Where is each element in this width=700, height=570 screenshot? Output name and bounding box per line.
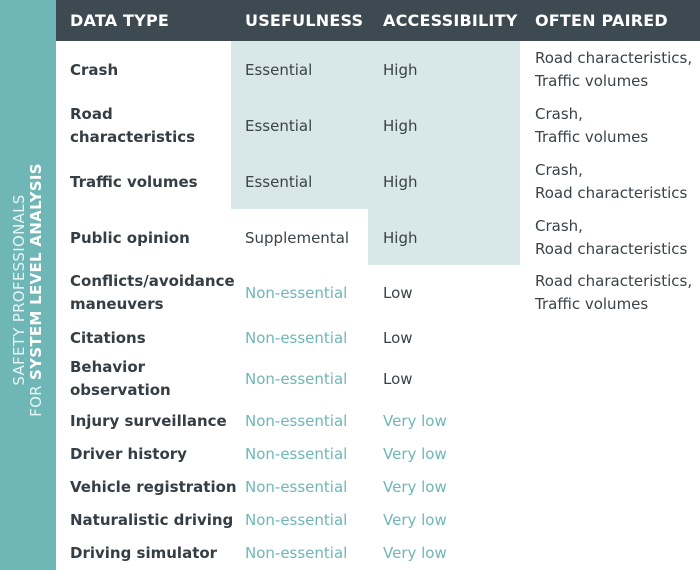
sidebar-banner: SAFETY PROFESSIONALS FOR SYSTEM LEVEL AN… [0, 0, 56, 570]
sidebar-title: SAFETY PROFESSIONALS FOR SYSTEM LEVEL AN… [10, 163, 45, 417]
accessibility-cell: High [383, 60, 418, 79]
accessibility-cell: Low [383, 369, 413, 388]
often-paired-cell: Road characteristics, Traffic volumes [535, 272, 693, 313]
usefulness-cell: Non-essential [245, 477, 348, 496]
usefulness-cell: Essential [245, 60, 313, 79]
data-type-cell: Public opinion [70, 228, 190, 247]
data-type-cell: Driving simulator [70, 543, 218, 562]
data-type-cell: Vehicle registration [70, 477, 237, 496]
often-paired-cell: Crash, Road characteristics [535, 161, 688, 202]
usefulness-cell: Supplemental [245, 228, 350, 247]
table-header: DATA TYPE USEFULNESS ACCESSIBILITY OFTEN… [56, 0, 700, 41]
accessibility-cell: Very low [383, 411, 447, 430]
column-header-usefulness: USEFULNESS [245, 11, 364, 30]
column-header-accessibility: ACCESSIBILITY [383, 11, 518, 30]
sidebar-title-bold: SYSTEM LEVEL ANALYSIS [27, 163, 45, 381]
data-type-cell: Driver history [70, 444, 187, 463]
usefulness-cell: Non-essential [245, 444, 348, 463]
sidebar-title-line2: FOR SYSTEM LEVEL ANALYSIS [27, 163, 45, 417]
data-type-cell: Traffic volumes [70, 172, 198, 191]
usefulness-cell: Non-essential [245, 510, 348, 529]
accessibility-cell: High [383, 228, 418, 247]
column-header-data-type: DATA TYPE [70, 11, 170, 30]
data-type-cell: Naturalistic driving [70, 510, 234, 529]
data-type-cell: Crash [70, 60, 119, 79]
accessibility-cell: High [383, 172, 418, 191]
usefulness-cell: Essential [245, 116, 313, 135]
usefulness-cell: Non-essential [245, 283, 348, 302]
data-type-cell: Injury surveillance [70, 411, 227, 430]
accessibility-cell: Low [383, 283, 413, 302]
usefulness-cell: Non-essential [245, 328, 348, 347]
accessibility-cell: Very low [383, 444, 447, 463]
accessibility-cell: High [383, 116, 418, 135]
often-paired-cell: Crash, Traffic volumes [535, 105, 649, 146]
column-header-often-paired: OFTEN PAIRED [535, 11, 668, 30]
often-paired-cell: Road characteristics, Traffic volumes [535, 49, 693, 90]
usefulness-cell: Essential [245, 172, 313, 191]
usefulness-cell: Non-essential [245, 543, 348, 562]
often-paired-cell: Crash, Road characteristics [535, 217, 688, 258]
usefulness-cell: Non-essential [245, 369, 348, 388]
data-type-cell: Citations [70, 328, 146, 347]
accessibility-cell: Very low [383, 477, 447, 496]
accessibility-cell: Very low [383, 510, 447, 529]
accessibility-cell: Very low [383, 543, 447, 562]
sidebar-title-line1: SAFETY PROFESSIONALS [10, 194, 28, 386]
data-type-cell: Conflicts/avoidance maneuvers [70, 272, 235, 313]
accessibility-cell: Low [383, 328, 413, 347]
data-type-cell: Behavior observation [70, 358, 171, 399]
sidebar-title-prefix: FOR [27, 380, 45, 417]
usefulness-cell: Non-essential [245, 411, 348, 430]
data-type-cell: Road characteristics [70, 105, 196, 146]
